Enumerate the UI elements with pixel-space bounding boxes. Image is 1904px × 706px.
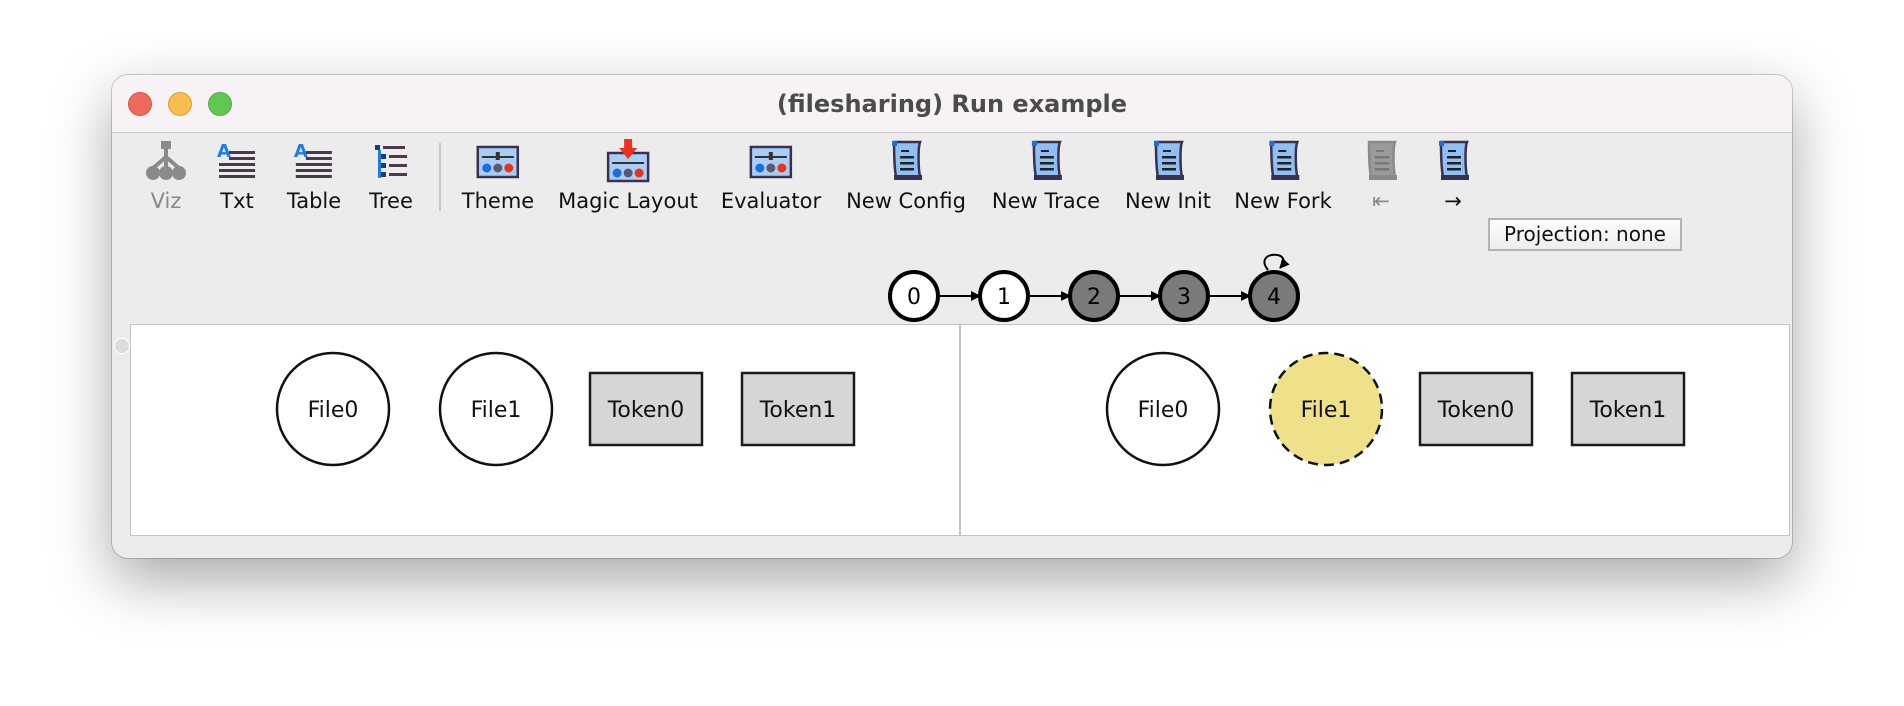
trace-state-label: 2 [1087, 285, 1101, 310]
left-instance-graph: File0 File1 Token0 Token1 [275, 351, 856, 467]
window-title: (filesharing) Run example [776, 90, 1128, 118]
atom-label: Token1 [759, 398, 837, 423]
right-instance-graph: File0 File1 Token0 Token1 [1105, 351, 1686, 467]
left-instance-panel: File0 File1 Token0 Token1 [130, 324, 960, 536]
atom-token1[interactable]: Token1 [740, 371, 856, 447]
toolbar: Viz A Txt A Table Tree Theme Magic Layou… [112, 133, 1792, 323]
app-window: (filesharing) Run example Viz A Txt A Ta… [112, 75, 1792, 558]
trace-state-node[interactable]: 1 [978, 270, 1030, 322]
atom-label: File1 [471, 398, 522, 423]
split-pane-handle[interactable] [114, 338, 130, 354]
right-instance-panel: File0 File1 Token0 Token1 [960, 324, 1790, 536]
atom-file1[interactable]: File1 [438, 351, 554, 467]
atom-label: File0 [308, 398, 359, 423]
atom-token1[interactable]: Token1 [1570, 371, 1686, 447]
atom-file0[interactable]: File0 [1105, 351, 1221, 467]
atom-file1[interactable]: File1 [1268, 351, 1384, 467]
trace-state-node[interactable]: 4 [1248, 270, 1300, 322]
trace-state-label: 0 [907, 285, 921, 310]
trace-graph: 0 1 2 3 4 [888, 253, 1300, 322]
atom-label: File0 [1138, 398, 1189, 423]
atom-label: Token1 [1589, 398, 1667, 423]
trace-state-label: 4 [1267, 285, 1281, 310]
title-bar: (filesharing) Run example [112, 75, 1792, 133]
trace-state-node[interactable]: 0 [888, 270, 940, 322]
trace-state-node[interactable]: 3 [1158, 270, 1210, 322]
atom-label: Token0 [1437, 398, 1515, 423]
trace-state-label: 3 [1177, 285, 1191, 310]
atom-token0[interactable]: Token0 [1418, 371, 1534, 447]
atom-token0[interactable]: Token0 [588, 371, 704, 447]
trace-self-loop-edge [1263, 253, 1290, 271]
trace-state-label: 1 [997, 285, 1011, 310]
atom-label: Token0 [607, 398, 685, 423]
atom-label: File1 [1301, 398, 1352, 423]
trace-state-node[interactable]: 2 [1068, 270, 1120, 322]
atom-file0[interactable]: File0 [275, 351, 391, 467]
